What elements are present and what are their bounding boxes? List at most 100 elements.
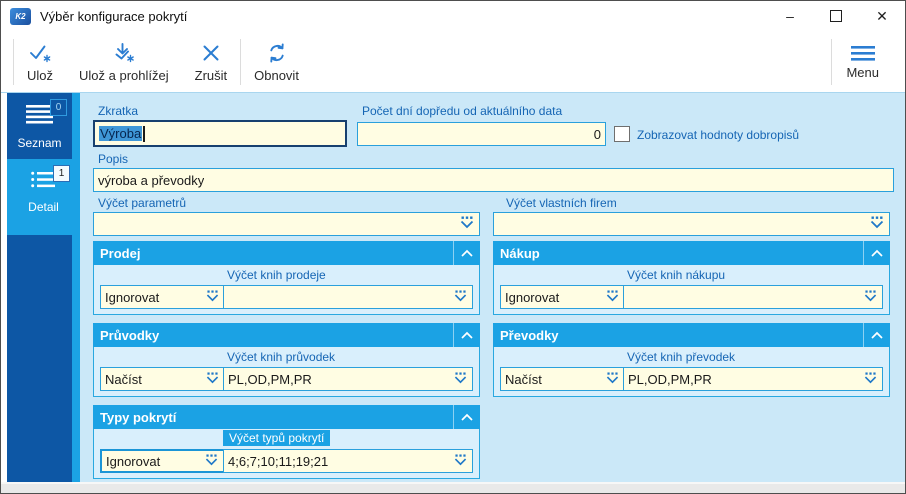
nakup-books-label: Výčet knih nákupu bbox=[627, 268, 726, 282]
group-prevodky-title: Převodky bbox=[500, 327, 559, 343]
dropdown-list-icon bbox=[205, 289, 220, 305]
detail-count-badge: 1 bbox=[53, 165, 70, 182]
sidebar-item-detail[interactable]: 1 Detail bbox=[7, 159, 80, 235]
group-typy-pokryti-body: Ignorovat Výčet typů pokrytí 4;6;7;10;11… bbox=[93, 429, 480, 479]
save-and-view-button-label: Ulož a prohlížej bbox=[79, 67, 169, 83]
dobropisy-checkbox-label: Zobrazovat hodnoty dobropisů bbox=[637, 128, 800, 142]
menu-button[interactable]: Menu bbox=[832, 34, 893, 90]
maximize-icon bbox=[830, 10, 842, 22]
prevodky-books-value: PL,OD,PM,PR bbox=[628, 371, 712, 387]
pruvodky-books-label: Výčet knih průvodek bbox=[227, 350, 336, 364]
cancel-x-icon bbox=[199, 41, 223, 65]
toolbar: Ulož Ulož a prohlížej Zrušit Obnovit Men… bbox=[1, 31, 905, 93]
group-prevodky: Převodky Načíst Výčet knih převodek PL,O… bbox=[493, 323, 890, 397]
sidebar-accent-strip bbox=[72, 93, 80, 482]
seznam-count-badge: 0 bbox=[50, 99, 67, 116]
pocet-dni-value: 0 bbox=[593, 126, 601, 142]
zkratka-input[interactable]: Výroba bbox=[93, 120, 347, 147]
detail-form: Zkratka Výroba Počet dní dopředu od aktu… bbox=[80, 93, 905, 482]
zkratka-label: Zkratka bbox=[98, 104, 139, 118]
dropdown-list-icon bbox=[863, 289, 878, 305]
collapse-button[interactable] bbox=[453, 241, 480, 265]
popis-label: Popis bbox=[98, 152, 129, 166]
prevodky-books-combo[interactable]: PL,OD,PM,PR bbox=[623, 367, 883, 391]
group-pruvodky-title: Průvodky bbox=[100, 327, 160, 343]
window-controls: – ✕ bbox=[767, 1, 905, 31]
dobropisy-checkbox[interactable] bbox=[614, 126, 630, 142]
dropdown-list-icon bbox=[204, 453, 219, 469]
vycet-firem-combo[interactable] bbox=[493, 212, 890, 236]
vycet-parametru-combo[interactable] bbox=[93, 212, 480, 236]
nakup-books-combo[interactable] bbox=[623, 285, 883, 309]
window-title: Výběr konfigurace pokrytí bbox=[40, 8, 188, 24]
group-prodej-header: Prodej bbox=[93, 241, 480, 265]
save-button[interactable]: Ulož bbox=[14, 34, 66, 90]
prodej-mode-value: Ignorovat bbox=[105, 289, 160, 305]
collapse-button[interactable] bbox=[453, 405, 480, 429]
nakup-mode-value: Ignorovat bbox=[505, 289, 560, 305]
group-prodej-title: Prodej bbox=[100, 245, 141, 261]
group-typy-pokryti-header: Typy pokrytí bbox=[93, 405, 480, 429]
maximize-button[interactable] bbox=[813, 1, 859, 31]
pruvodky-mode-select[interactable]: Načíst bbox=[100, 367, 225, 391]
vycet-parametru-label: Výčet parametrů bbox=[98, 196, 187, 210]
group-pruvodky: Průvodky Načíst Výčet knih průvodek PL,O… bbox=[93, 323, 480, 397]
typy-pokryti-mode-value: Ignorovat bbox=[106, 453, 161, 469]
vycet-firem-label: Výčet vlastních firem bbox=[506, 196, 617, 210]
group-nakup-header: Nákup bbox=[493, 241, 890, 265]
zkratka-value: Výroba bbox=[99, 126, 143, 141]
prodej-books-label: Výčet knih prodeje bbox=[227, 268, 326, 282]
dropdown-list-icon bbox=[863, 371, 878, 387]
refresh-icon bbox=[265, 41, 289, 65]
group-prevodky-body: Načíst Výčet knih převodek PL,OD,PM,PR bbox=[493, 347, 890, 397]
save-check-icon bbox=[28, 41, 52, 65]
pocet-dni-label: Počet dní dopředu od aktuálního data bbox=[362, 104, 563, 118]
prevodky-mode-select[interactable]: Načíst bbox=[500, 367, 625, 391]
collapse-button[interactable] bbox=[863, 323, 890, 347]
group-prodej: Prodej Ignorovat Výčet knih prodeje bbox=[93, 241, 480, 315]
group-nakup: Nákup Ignorovat Výčet knih nákupu bbox=[493, 241, 890, 315]
nakup-mode-select[interactable]: Ignorovat bbox=[500, 285, 625, 309]
save-button-label: Ulož bbox=[27, 67, 54, 83]
cancel-button[interactable]: Zrušit bbox=[182, 34, 241, 90]
refresh-button[interactable]: Obnovit bbox=[241, 34, 312, 90]
sidebar-item-seznam-label: Seznam bbox=[17, 136, 62, 150]
list-lines-icon bbox=[26, 105, 53, 128]
pruvodky-books-combo[interactable]: PL,OD,PM,PR bbox=[223, 367, 473, 391]
prevodky-mode-value: Načíst bbox=[505, 371, 542, 387]
group-typy-pokryti-title: Typy pokrytí bbox=[100, 409, 177, 425]
collapse-button[interactable] bbox=[453, 323, 480, 347]
minimize-icon: – bbox=[786, 8, 794, 24]
popis-input[interactable]: výroba a převodky bbox=[93, 168, 894, 192]
group-typy-pokryti: Typy pokrytí Ignorovat Výčet typů pokryt… bbox=[93, 405, 480, 479]
close-button[interactable]: ✕ bbox=[859, 1, 905, 31]
collapse-button[interactable] bbox=[863, 241, 890, 265]
prevodky-books-label: Výčet knih převodek bbox=[627, 350, 736, 364]
pocet-dni-input[interactable]: 0 bbox=[357, 122, 606, 146]
bottom-resize-strip bbox=[1, 482, 905, 493]
dropdown-list-icon bbox=[459, 216, 475, 232]
minimize-button[interactable]: – bbox=[767, 1, 813, 31]
save-and-view-icon bbox=[112, 41, 136, 65]
menu-button-label: Menu bbox=[846, 64, 879, 80]
sidebar-item-detail-label: Detail bbox=[28, 200, 59, 214]
typy-pokryti-books-value: 4;6;7;10;11;19;21 bbox=[228, 453, 329, 469]
pruvodky-mode-value: Načíst bbox=[105, 371, 142, 387]
dropdown-list-icon bbox=[205, 371, 220, 387]
group-prevodky-header: Převodky bbox=[493, 323, 890, 347]
app-logo-icon: K2 bbox=[10, 7, 31, 25]
pruvodky-books-value: PL,OD,PM,PR bbox=[228, 371, 312, 387]
dropdown-list-icon bbox=[453, 453, 468, 469]
typy-pokryti-books-combo[interactable]: 4;6;7;10;11;19;21 bbox=[223, 449, 473, 473]
dropdown-list-icon bbox=[605, 289, 620, 305]
title-bar: K2 Výběr konfigurace pokrytí – ✕ bbox=[1, 1, 905, 31]
prodej-mode-select[interactable]: Ignorovat bbox=[100, 285, 225, 309]
typy-pokryti-mode-select[interactable]: Ignorovat bbox=[100, 449, 225, 473]
prodej-books-combo[interactable] bbox=[223, 285, 473, 309]
dropdown-list-icon bbox=[453, 371, 468, 387]
group-pruvodky-body: Načíst Výčet knih průvodek PL,OD,PM,PR bbox=[93, 347, 480, 397]
sidebar-item-seznam[interactable]: 0 Seznam bbox=[7, 93, 72, 159]
dropdown-list-icon bbox=[869, 216, 885, 232]
popis-value: výroba a převodky bbox=[98, 172, 205, 188]
save-and-view-button[interactable]: Ulož a prohlížej bbox=[66, 34, 182, 90]
